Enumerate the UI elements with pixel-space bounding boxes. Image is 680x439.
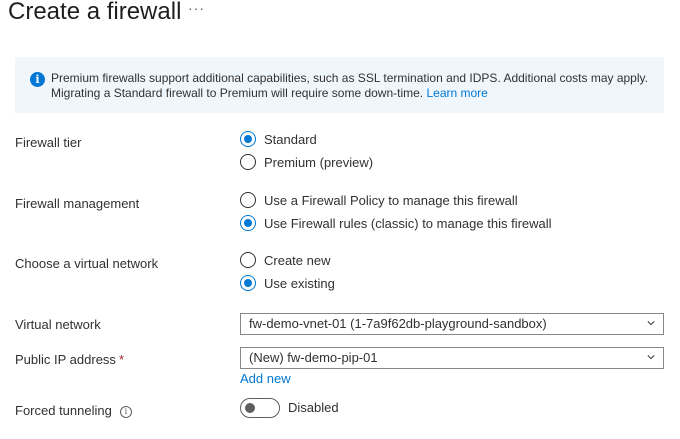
banner-message: Premium firewalls support additional cap… xyxy=(51,71,661,101)
page-title: Create a firewall xyxy=(8,0,182,25)
info-icon[interactable]: i xyxy=(119,406,132,418)
radio-management-policy[interactable]: Use a Firewall Policy to manage this fir… xyxy=(240,192,518,208)
radio-label: Create new xyxy=(264,252,331,268)
radio-vnet-use-existing[interactable]: Use existing xyxy=(240,275,335,291)
chevron-down-icon xyxy=(647,321,655,326)
radio-label: Standard xyxy=(264,131,317,147)
radio-label: Premium (preview) xyxy=(264,154,374,170)
radio-tier-premium[interactable]: Premium (preview) xyxy=(240,154,373,170)
public-ip-label-text: Public IP address xyxy=(15,352,116,367)
forced-tunneling-label-text: Forced tunneling xyxy=(15,403,112,418)
radio-button-checked[interactable] xyxy=(240,131,256,147)
radio-label: Use existing xyxy=(264,275,335,291)
toggle-knob xyxy=(245,403,255,413)
banner-text: Premium firewalls support additional cap… xyxy=(51,71,648,100)
radio-button-checked[interactable] xyxy=(240,215,256,231)
radio-label: Use Firewall rules (classic) to manage t… xyxy=(264,215,552,231)
radio-button[interactable] xyxy=(240,252,256,268)
learn-more-link[interactable]: Learn more xyxy=(426,86,487,100)
add-new-public-ip-link[interactable]: Add new xyxy=(240,371,291,386)
info-icon: i xyxy=(30,72,45,87)
firewall-tier-label: Firewall tier xyxy=(15,135,82,150)
virtual-network-label: Virtual network xyxy=(15,317,101,332)
public-ip-label: Public IP address * xyxy=(15,352,124,367)
radio-vnet-create-new[interactable]: Create new xyxy=(240,252,330,268)
choose-vnet-label: Choose a virtual network xyxy=(15,256,159,271)
radio-button[interactable] xyxy=(240,192,256,208)
forced-tunneling-state: Disabled xyxy=(288,400,339,415)
public-ip-value: (New) fw-demo-pip-01 xyxy=(249,350,378,365)
virtual-network-value: fw-demo-vnet-01 (1-7a9f62db-playground-s… xyxy=(249,316,547,331)
radio-tier-standard[interactable]: Standard xyxy=(240,131,317,147)
virtual-network-dropdown[interactable]: fw-demo-vnet-01 (1-7a9f62db-playground-s… xyxy=(240,313,664,335)
more-actions-button[interactable]: ··· xyxy=(188,0,205,16)
required-indicator: * xyxy=(118,352,124,367)
info-banner: i Premium firewalls support additional c… xyxy=(15,57,664,113)
firewall-management-label: Firewall management xyxy=(15,196,140,211)
radio-label: Use a Firewall Policy to manage this fir… xyxy=(264,192,518,208)
forced-tunneling-toggle[interactable] xyxy=(240,398,280,418)
radio-button[interactable] xyxy=(240,154,256,170)
radio-management-classic[interactable]: Use Firewall rules (classic) to manage t… xyxy=(240,215,552,231)
chevron-down-icon xyxy=(647,355,655,360)
forced-tunneling-label: Forced tunneling i xyxy=(15,403,132,418)
public-ip-dropdown[interactable]: (New) fw-demo-pip-01 xyxy=(240,347,664,369)
radio-button-checked[interactable] xyxy=(240,275,256,291)
